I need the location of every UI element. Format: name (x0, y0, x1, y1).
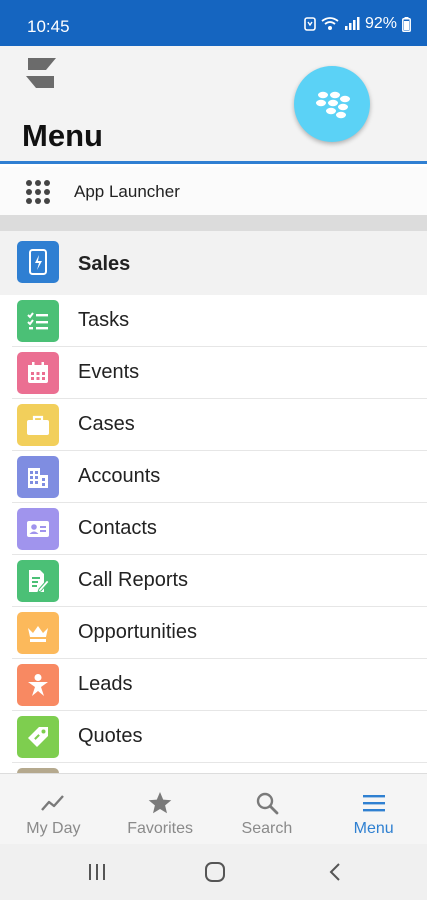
menu-item-accounts[interactable]: Accounts (0, 451, 427, 503)
tab-search[interactable]: Search (214, 774, 321, 844)
page-title: Menu (22, 118, 103, 153)
menu-item-label: Contacts (78, 517, 157, 539)
bottom-tab-bar: My Day Favorites Search Menu (0, 773, 427, 844)
building-icon (17, 456, 59, 498)
grid-dots-icon (26, 180, 50, 204)
menu-item-label: Events (78, 361, 140, 383)
menu-item-label: Opportunities (78, 621, 197, 643)
menu-item-label: Accounts (78, 465, 161, 487)
crown-icon (17, 612, 59, 654)
app-launcher-label: App Launcher (74, 182, 180, 201)
home-icon[interactable] (203, 860, 227, 884)
status-icons: 92% (304, 15, 411, 33)
menu-item-label: Cases (78, 413, 135, 435)
battery-icon (402, 16, 411, 32)
app-header: Menu (0, 46, 427, 164)
menu-item-leads[interactable]: Leads (0, 659, 427, 711)
menu-item-cases[interactable]: Cases (0, 399, 427, 451)
status-time: 10:45 (27, 17, 70, 36)
signal-icon (344, 17, 360, 30)
tab-label: Search (241, 820, 293, 837)
blackberry-logo-icon (316, 91, 350, 119)
nfc-icon (304, 17, 316, 31)
menu-item-opportunities[interactable]: Opportunities (0, 607, 427, 659)
trend-line-icon (40, 790, 66, 816)
recent-apps-icon[interactable] (86, 860, 108, 884)
phone-bolt-icon (17, 241, 59, 283)
menu-item-label: Quotes (78, 725, 143, 747)
menu-item-call-reports[interactable]: Call Reports (0, 555, 427, 607)
menu-item-partial[interactable] (0, 763, 427, 773)
menu-item-label: Leads (78, 673, 133, 695)
menu-item-events[interactable]: Events (0, 347, 427, 399)
checklist-icon (17, 300, 59, 342)
menu-item-quotes[interactable]: Quotes (0, 711, 427, 763)
tab-label: Menu (353, 820, 394, 837)
tab-menu[interactable]: Menu (320, 774, 427, 844)
tag-icon (17, 716, 59, 758)
menu-item-contacts[interactable]: Contacts (0, 503, 427, 555)
contact-card-icon (17, 508, 59, 550)
system-nav-bar (0, 844, 427, 900)
star-icon (147, 790, 173, 816)
calendar-icon (17, 352, 59, 394)
back-icon[interactable] (326, 860, 344, 884)
battery-percent: 92% (364, 15, 397, 32)
section-separator (0, 215, 427, 231)
tab-my-day[interactable]: My Day (0, 774, 107, 844)
tab-label: Favorites (127, 820, 194, 837)
blackberry-fab[interactable] (294, 66, 370, 142)
tab-favorites[interactable]: Favorites (107, 774, 214, 844)
wifi-icon (321, 17, 339, 30)
section-header-sales[interactable]: Sales (0, 231, 427, 295)
menu-item-label: Tasks (78, 309, 130, 331)
menu-item-tasks[interactable]: Tasks (0, 295, 427, 347)
person-star-icon (17, 664, 59, 706)
briefcase-icon (17, 404, 59, 446)
hamburger-icon (362, 790, 386, 816)
menu-list[interactable]: Sales Tasks Events Cases Accounts Contac… (0, 231, 427, 773)
app-launcher-row[interactable]: App Launcher (0, 167, 427, 215)
search-icon (255, 790, 279, 816)
menu-item-label: Call Reports (78, 569, 189, 591)
section-label-sales: Sales (78, 253, 131, 275)
tab-label: My Day (26, 820, 81, 837)
s-logo-icon (26, 58, 56, 88)
report-edit-icon (17, 560, 59, 602)
status-bar: 10:45 92% (0, 0, 427, 46)
